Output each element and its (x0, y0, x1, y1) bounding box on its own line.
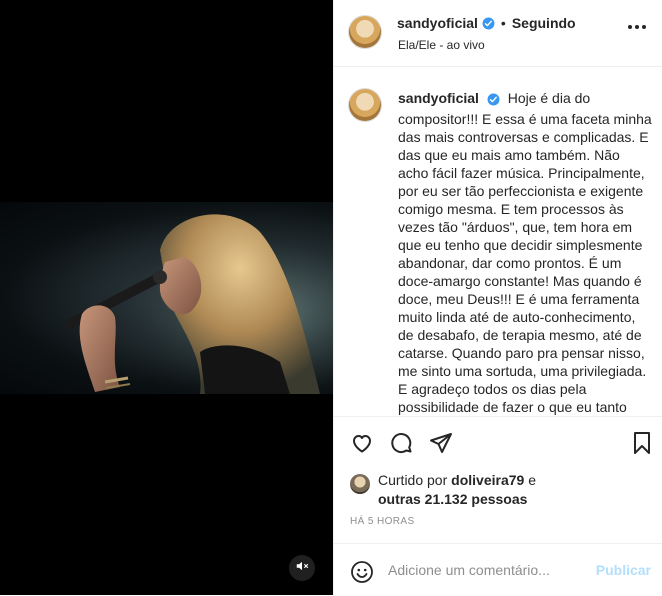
speaker-muted-icon (295, 559, 309, 578)
others-likes-link[interactable]: outras 21.132 pessoas (378, 491, 527, 507)
likes-conjunction: e (528, 472, 536, 488)
caption-text: Hoje é dia do compositor!!! E essa é uma… (398, 90, 652, 415)
avatar[interactable] (349, 89, 381, 121)
caption: sandyoficial Hoje é dia do compositor!!!… (398, 89, 654, 415)
smiley-icon[interactable] (350, 560, 374, 589)
post-header: sandyoficial • Seguindo Ela/Ele - ao viv… (334, 0, 662, 67)
more-options-icon[interactable] (628, 25, 646, 29)
bookmark-icon[interactable] (630, 431, 654, 460)
video-frame[interactable] (0, 202, 333, 394)
comment-bubble-icon[interactable] (390, 431, 414, 460)
post-subtitle: Ela/Ele - ao vivo (398, 38, 485, 52)
liker-avatar[interactable] (350, 474, 370, 494)
heart-icon[interactable] (350, 431, 374, 460)
caption-username-link[interactable]: sandyoficial (398, 90, 479, 106)
paper-plane-icon[interactable] (429, 431, 453, 460)
post-media[interactable] (0, 0, 333, 595)
action-bar (334, 416, 662, 467)
separator-dot: • (500, 15, 506, 31)
avatar[interactable] (349, 16, 381, 48)
follow-status-button[interactable]: Seguindo (512, 15, 576, 31)
comment-form: Publicar (334, 543, 662, 596)
header-user-row: sandyoficial • Seguindo (397, 15, 576, 31)
comment-input[interactable] (388, 558, 588, 582)
likes-text: Curtido por doliveira79 e outras 21.132 … (378, 471, 618, 509)
liked-by-prefix: Curtido por (378, 472, 448, 488)
verified-badge-icon (482, 17, 495, 30)
verified-badge-icon (487, 92, 500, 110)
liker-username-link[interactable]: doliveira79 (451, 472, 524, 488)
mute-button[interactable] (289, 555, 315, 581)
post-timestamp[interactable]: HÁ 5 HORAS (350, 516, 415, 527)
caption-scroll-area[interactable]: sandyoficial Hoje é dia do compositor!!!… (334, 67, 662, 415)
video-still (0, 202, 333, 394)
post-details-panel: sandyoficial • Seguindo Ela/Ele - ao viv… (333, 0, 662, 595)
publish-button[interactable]: Publicar (596, 562, 651, 578)
username-link[interactable]: sandyoficial (397, 15, 478, 31)
